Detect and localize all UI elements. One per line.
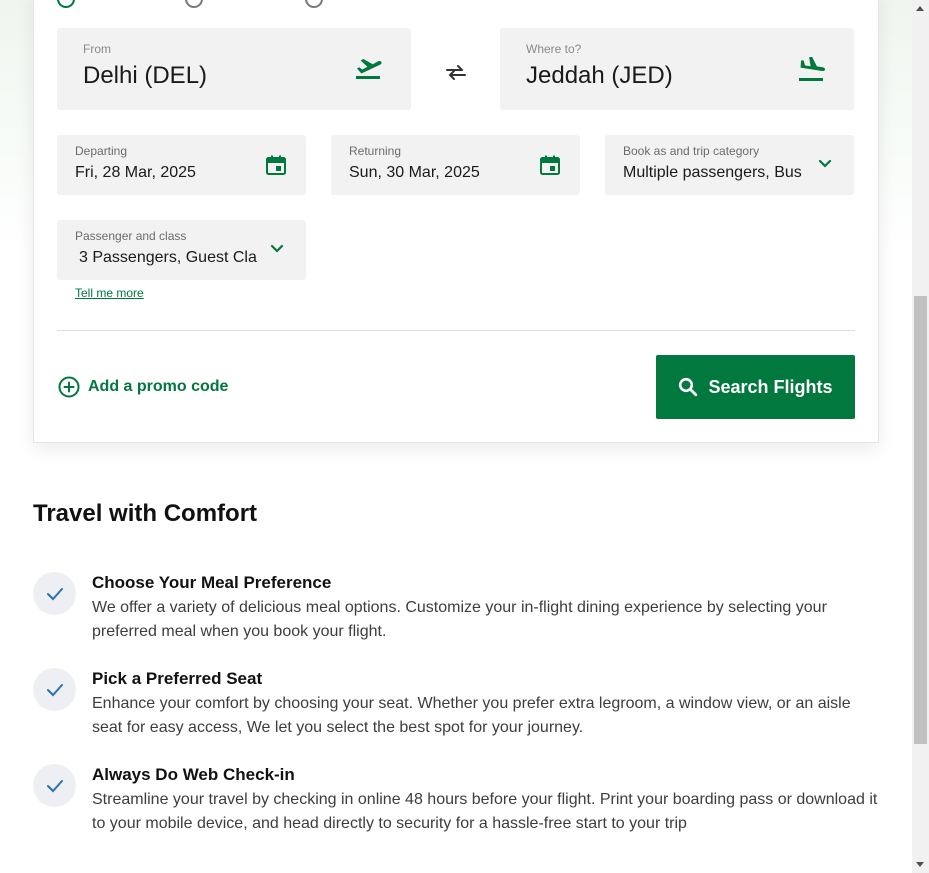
check-icon bbox=[46, 683, 63, 696]
plus-circle-icon bbox=[58, 376, 80, 398]
returning-value: Sun, 30 Mar, 2025 bbox=[349, 164, 480, 181]
passenger-class-select[interactable]: Passenger and class 3 Passengers, Guest … bbox=[57, 220, 306, 280]
returning-field[interactable]: Returning Sun, 30 Mar, 2025 bbox=[331, 135, 580, 195]
to-value: Jeddah (JED) bbox=[526, 62, 673, 89]
departing-field[interactable]: Departing Fri, 28 Mar, 2025 bbox=[57, 135, 306, 195]
scrollbar-thumb[interactable] bbox=[914, 296, 927, 744]
promo-code-label: Add a promo code bbox=[88, 378, 229, 395]
scroll-up-arrow-icon[interactable] bbox=[916, 6, 924, 11]
check-icon-circle bbox=[33, 764, 76, 807]
tell-me-more-link[interactable]: Tell me more bbox=[75, 286, 144, 300]
search-flights-button[interactable]: Search Flights bbox=[656, 355, 855, 419]
passenger-class-label: Passenger and class bbox=[75, 229, 187, 243]
trip-category-label: Book as and trip category bbox=[623, 144, 760, 158]
passenger-class-value: 3 Passengers, Guest Cla bbox=[79, 249, 257, 266]
section-title: Travel with Comfort bbox=[33, 500, 258, 527]
chevron-down-icon bbox=[270, 244, 284, 253]
page-scrollbar[interactable] bbox=[912, 0, 929, 873]
departing-label: Departing bbox=[75, 144, 128, 158]
calendar-icon[interactable] bbox=[266, 155, 286, 175]
add-promo-code-button[interactable]: Add a promo code bbox=[58, 376, 228, 398]
swap-icon[interactable] bbox=[444, 62, 468, 82]
calendar-icon[interactable] bbox=[540, 155, 560, 175]
trip-category-value: Multiple passengers, Bus bbox=[623, 164, 802, 181]
landing-icon bbox=[799, 56, 826, 81]
tip-title: Always Do Web Check-in bbox=[92, 765, 295, 784]
departing-value: Fri, 28 Mar, 2025 bbox=[75, 164, 196, 181]
check-icon bbox=[46, 779, 63, 792]
takeoff-icon bbox=[356, 59, 382, 79]
to-label: Where to? bbox=[526, 42, 582, 56]
check-icon-circle bbox=[33, 572, 76, 615]
scroll-down-arrow-icon[interactable] bbox=[916, 862, 924, 867]
tip-description: Enhance your comfort by choosing your se… bbox=[92, 695, 851, 736]
from-field[interactable]: From Delhi (DEL) bbox=[57, 28, 411, 110]
tip-description: We offer a variety of delicious meal opt… bbox=[92, 599, 827, 640]
check-icon bbox=[46, 587, 63, 600]
search-icon bbox=[679, 377, 698, 397]
search-flights-label: Search Flights bbox=[708, 376, 833, 397]
check-icon-circle bbox=[33, 668, 76, 711]
from-value: Delhi (DEL) bbox=[83, 62, 208, 89]
from-label: From bbox=[83, 42, 111, 56]
background-gradient-right bbox=[878, 0, 912, 250]
returning-label: Returning bbox=[349, 144, 402, 158]
to-field[interactable]: Where to? Jeddah (JED) bbox=[500, 28, 854, 110]
tip-title: Choose Your Meal Preference bbox=[92, 573, 332, 592]
trip-category-select[interactable]: Book as and trip category Multiple passe… bbox=[605, 135, 854, 195]
divider bbox=[57, 330, 855, 331]
chevron-down-icon bbox=[818, 159, 832, 168]
tip-description: Streamline your travel by checking in on… bbox=[92, 791, 878, 832]
tip-title: Pick a Preferred Seat bbox=[92, 669, 263, 688]
